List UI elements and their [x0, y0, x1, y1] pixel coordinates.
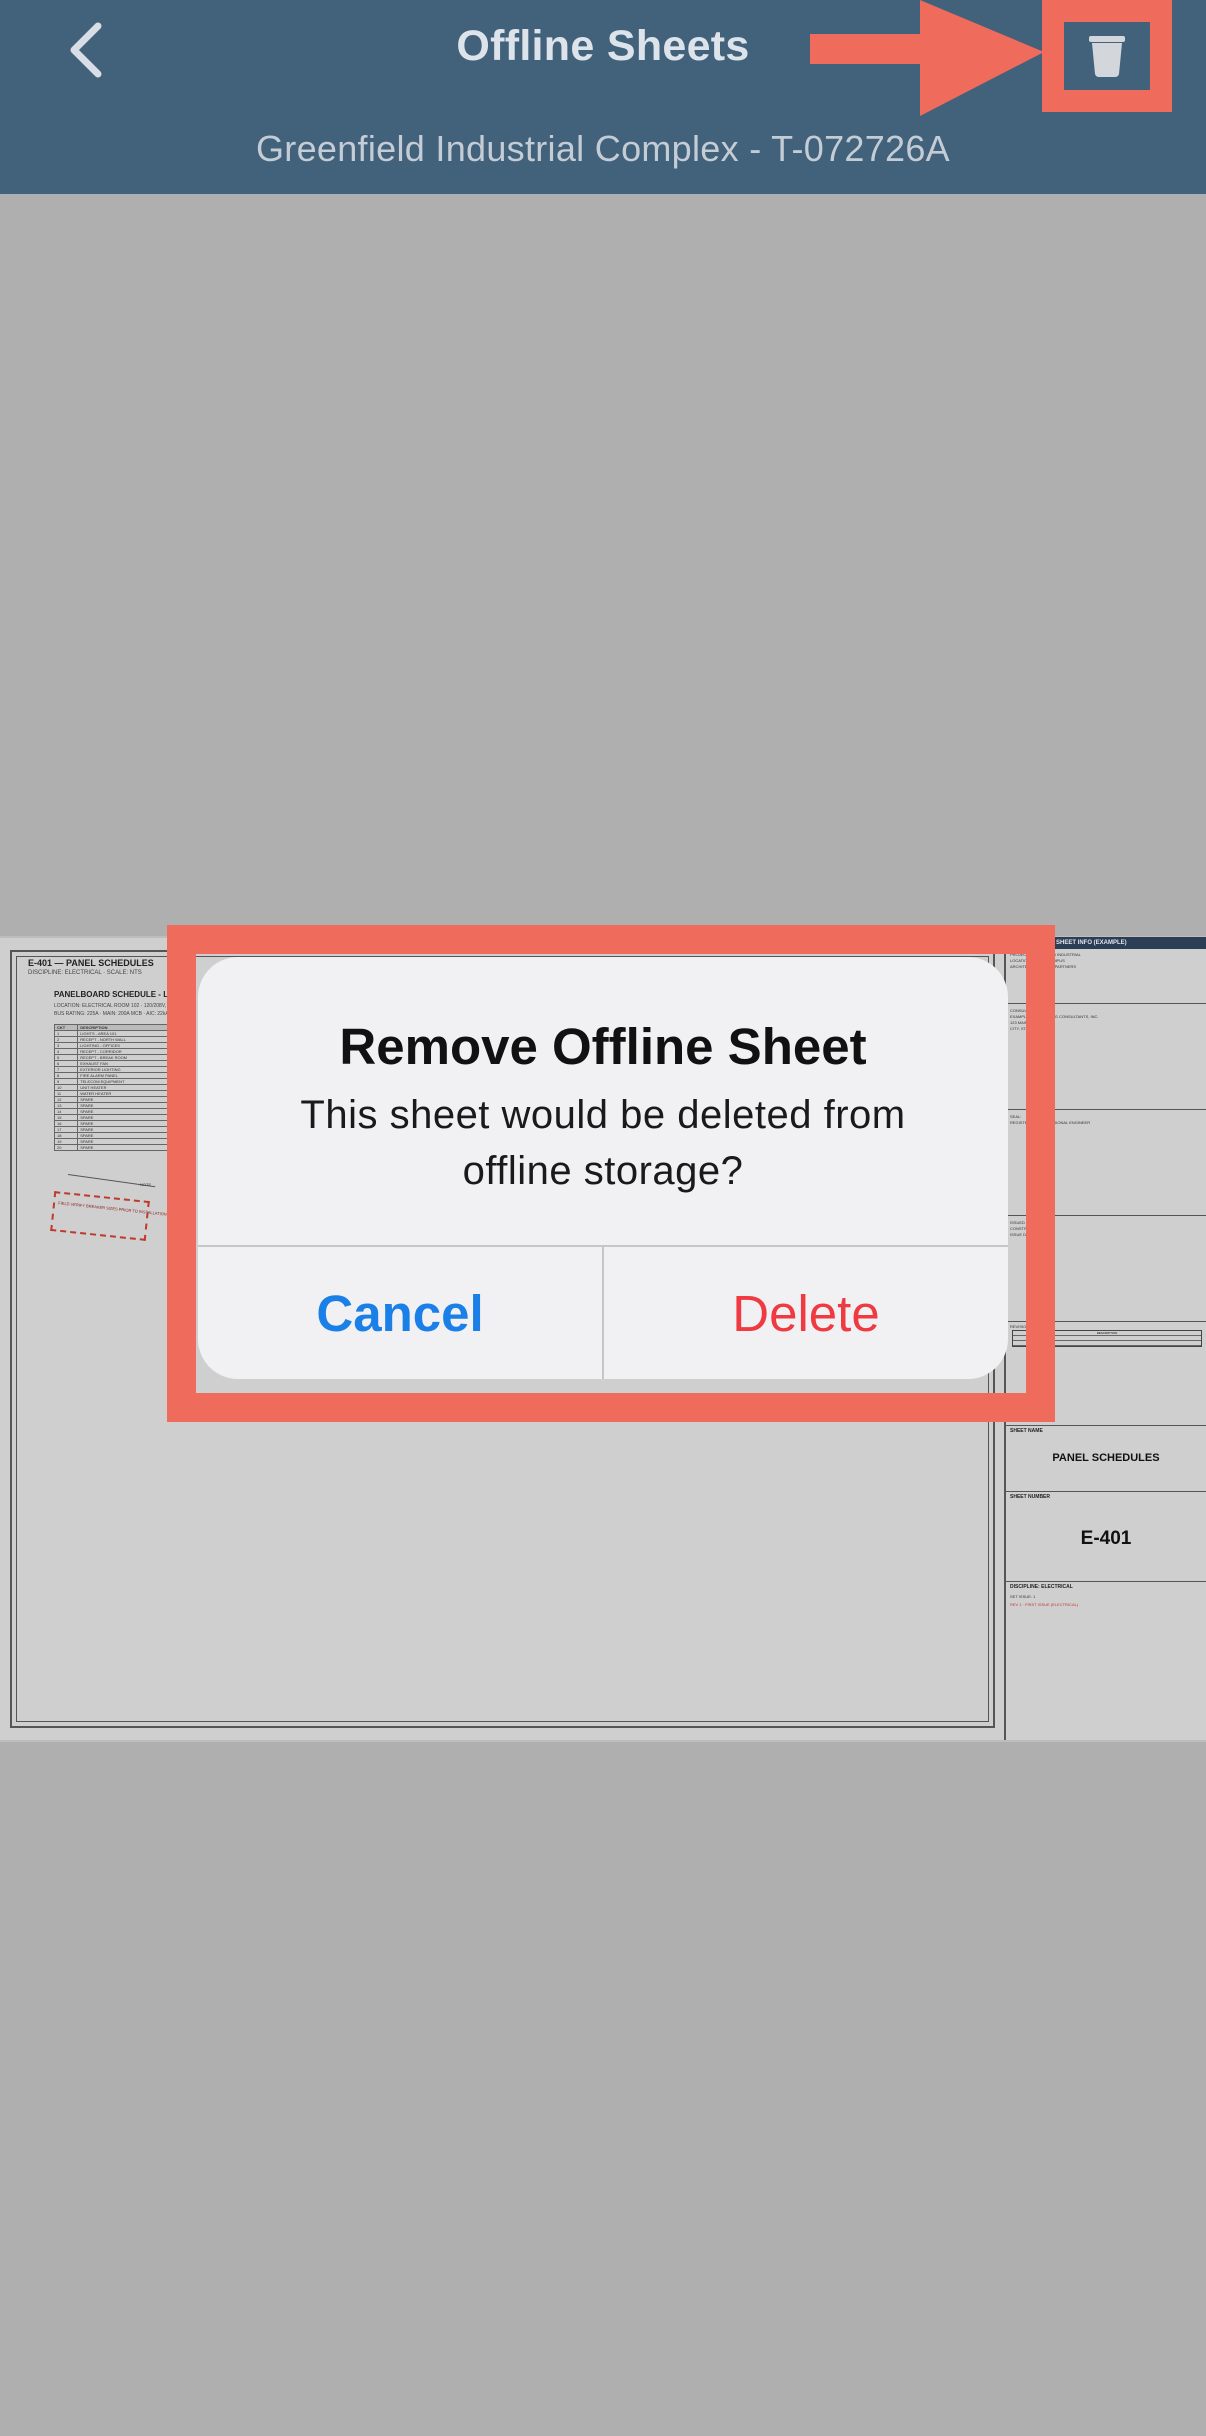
trash-icon: [1089, 36, 1125, 77]
delete-button[interactable]: Delete: [604, 1247, 1008, 1379]
alert-title: Remove Offline Sheet: [339, 1018, 867, 1075]
table-row: 20 SPARE: [53, 1144, 169, 1151]
alert-message: This sheet would be deleted from offline…: [300, 1093, 906, 1193]
sheet-name-label: SHEET NAME: [1010, 1428, 1043, 1434]
delete-sheet-button[interactable]: [1042, 0, 1172, 112]
navigation-bar: Offline Sheets Greenfield Industrial Com…: [0, 0, 1206, 194]
title-block-sheet-number: SHEET NUMBER E-401: [1006, 1492, 1206, 1582]
project-subtitle: Greenfield Industrial Complex - T-072726…: [256, 128, 950, 169]
title-block-sheet-name: SHEET NAME PANEL SCHEDULES: [1006, 1426, 1206, 1492]
arrow-callout-icon: [810, 0, 1044, 116]
discipline-sub: SET ISSUE: 1: [1010, 1594, 1036, 1599]
sheet-number: E-401: [1080, 1528, 1132, 1549]
callout-label: NOTE: [140, 1182, 152, 1187]
sheet-heading: E-401 — PANEL SCHEDULES: [28, 958, 154, 968]
circuit-number-cell: 20: [53, 1144, 79, 1151]
cancel-button[interactable]: Cancel: [198, 1247, 602, 1379]
circuit-description-cell: SPARE: [77, 1144, 169, 1151]
title-block-discipline: DISCIPLINE: ELECTRICAL SET ISSUE: 1 REV …: [1006, 1582, 1206, 1738]
discipline-revision: REV 1 · FIRST ISSUE (ELECTRICAL): [1010, 1602, 1079, 1607]
remove-sheet-alert: Remove Offline Sheet This sheet would be…: [198, 957, 1008, 1379]
title-block-header: SHEET INFO (EXAMPLE): [1052, 937, 1206, 949]
discipline-label: DISCIPLINE: ELECTRICAL: [1010, 1584, 1073, 1590]
sheet-number-label: SHEET NUMBER: [1010, 1494, 1051, 1500]
sheet-subheading: DISCIPLINE: ELECTRICAL · SCALE: NTS: [28, 970, 142, 976]
panel-schedule-title: PANELBOARD SCHEDULE - LP-1: [54, 990, 181, 999]
panel-schedule-table: CKT DESCRIPTION 1 LIGHTS - AREA 101 2 RECEP…: [53, 1024, 169, 1151]
sheet-name: PANEL SCHEDULES: [1052, 1452, 1160, 1464]
